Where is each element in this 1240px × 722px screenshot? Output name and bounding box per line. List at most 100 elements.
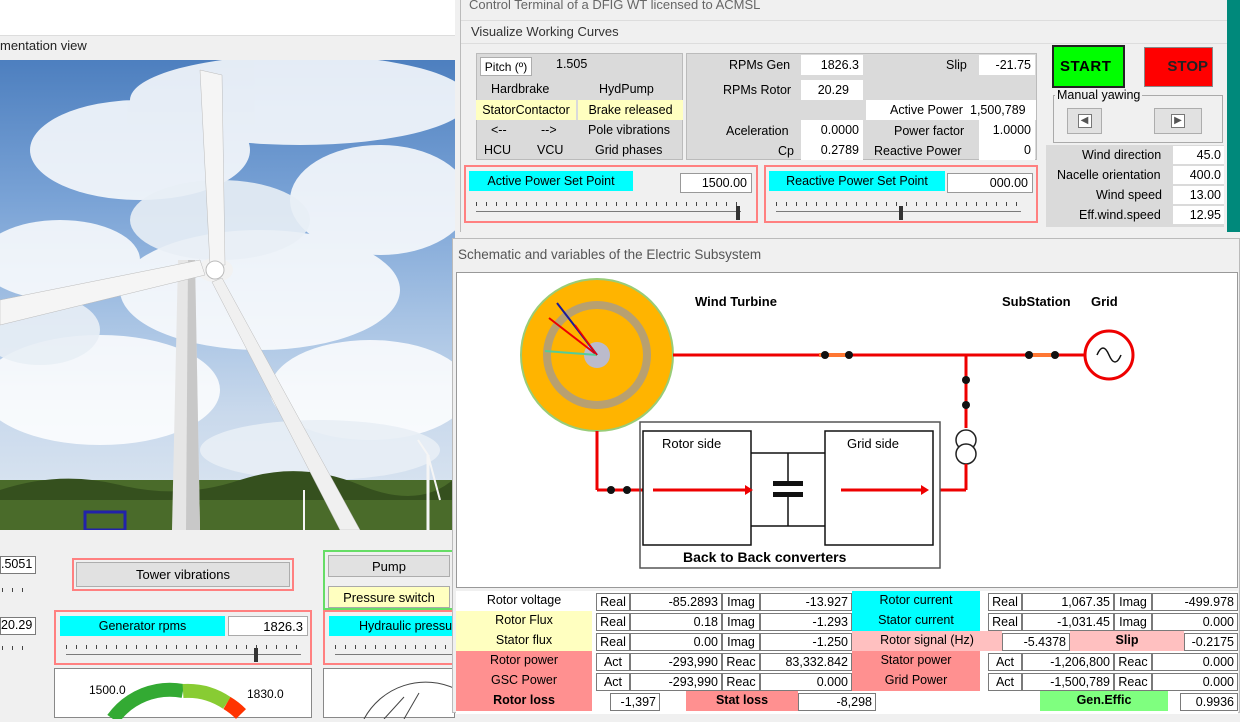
- rotor-current-label: Rotor current: [852, 591, 980, 611]
- variables-table: Rotor voltage Real -85.2893 Imag -13.927…: [456, 591, 1238, 714]
- schematic-window: Schematic and variables of the Electric …: [452, 238, 1240, 714]
- wind-direction-value: 45.0: [1173, 146, 1224, 164]
- rotor-voltage-label: Rotor voltage: [486, 593, 562, 607]
- arrow-left-label[interactable]: <--: [491, 123, 507, 137]
- left-field-b[interactable]: 20.29: [0, 617, 36, 635]
- grid-side-label: Grid side: [847, 436, 900, 451]
- gsc-power-act: -293,990: [630, 673, 722, 691]
- pressure-gauge-frame: [323, 668, 457, 720]
- active-setpoint-frame: Active Power Set Point 1500.00: [464, 165, 758, 223]
- hydraulic-track: [335, 654, 455, 655]
- schematic-canvas: Wind Turbine SubStation Grid Rotor side …: [456, 272, 1238, 588]
- arrow-left-icon: ◀: [1077, 114, 1092, 128]
- turbine-3d-view[interactable]: [0, 60, 455, 530]
- rotor-power-act: -293,990: [630, 653, 722, 671]
- active-setpoint-label: Active Power Set Point: [469, 171, 633, 191]
- wind-speed-value: 13.00: [1173, 186, 1224, 204]
- arrow-right-label[interactable]: -->: [541, 123, 557, 137]
- menu-visualize-working-curves[interactable]: Visualize Working Curves: [471, 24, 619, 39]
- gen-rpm-value[interactable]: 1826.3: [228, 616, 308, 636]
- active-setpoint-value[interactable]: 1500.00: [680, 173, 752, 193]
- stat-loss-value: -8,298: [798, 693, 876, 711]
- gen-rpm-frame: Generator rpms 1826.3: [54, 610, 312, 665]
- pitch-button[interactable]: Pitch (º): [480, 57, 532, 76]
- rpms-gen-value: 1826.3: [801, 55, 863, 75]
- left-window-topbar: [0, 0, 455, 36]
- vcu-label: VCU: [537, 143, 564, 157]
- substation-label: SubStation: [1002, 294, 1071, 309]
- stat-loss-label: Stat loss: [686, 691, 798, 711]
- slip-value: -21.75: [979, 55, 1035, 75]
- left-window-title: mentation view: [0, 38, 87, 53]
- active-setpoint-slider[interactable]: [735, 206, 740, 220]
- rotor-signal-value: -5.4378: [1002, 633, 1070, 651]
- yaw-left-button[interactable]: ◀: [1067, 108, 1102, 134]
- active-power-value: 1,500,789: [970, 103, 1026, 117]
- pump-frame: Pump Pressure switch: [323, 550, 455, 610]
- rotor-voltage-real: -85.2893: [630, 593, 722, 611]
- reactive-setpoint-value[interactable]: 000.00: [947, 173, 1033, 193]
- start-button[interactable]: START: [1052, 45, 1125, 88]
- gen-rpm-slider-thumb[interactable]: [254, 648, 258, 662]
- left-window: mentation view .5051 20.29 Tower vibrati…: [0, 0, 457, 720]
- wind-direction-label: Wind direction: [1082, 148, 1162, 162]
- gsc-power-reac: 0.000: [760, 673, 852, 691]
- cp-value: 0.2789: [801, 140, 863, 160]
- grid-power-act: -1,500,789: [1022, 673, 1114, 691]
- control-title: Control Terminal of a DFIG WT licensed t…: [469, 0, 761, 12]
- pressure-switch-button[interactable]: Pressure switch: [328, 586, 450, 608]
- wind-speed-label: Wind speed: [1096, 188, 1163, 202]
- stator-flux-imag: -1.250: [760, 633, 852, 651]
- rotor-voltage-tag1: Real: [596, 593, 630, 611]
- arrow-right-icon: ▶: [1171, 114, 1185, 128]
- rotor-voltage-tag2: Imag: [722, 593, 760, 611]
- reactive-setpoint-slider[interactable]: [898, 206, 903, 220]
- stop-button[interactable]: STOP: [1144, 47, 1213, 87]
- reactive-power-label: Reactive Power: [874, 144, 962, 158]
- reactive-setpoint-label: Reactive Power Set Point: [769, 171, 945, 191]
- rpm-gauge-icon: [107, 682, 246, 719]
- rotor-current-tag1: Real: [988, 593, 1022, 611]
- grid-phases-label: Grid phases: [595, 143, 663, 157]
- pressure-gauge-icon: [363, 681, 457, 720]
- tower-vibrations-button[interactable]: Tower vibrations: [76, 562, 290, 587]
- stator-flux-label: Stator flux: [456, 631, 592, 651]
- grid-power-reac: 0.000: [1152, 673, 1238, 691]
- rotor-current-tag2: Imag: [1114, 593, 1152, 611]
- cp-label: Cp: [778, 144, 794, 158]
- stator-current-tag2: Imag: [1114, 613, 1152, 631]
- pitch-value: 1.505: [556, 57, 588, 71]
- hardbrake-label: Hardbrake: [491, 82, 550, 96]
- slip-table-value: -0.2175: [1184, 633, 1238, 651]
- accel-label: Aceleration: [726, 124, 789, 138]
- stator-flux-tag2: Imag: [722, 633, 760, 651]
- stator-current-tag1: Real: [988, 613, 1022, 631]
- pump-button[interactable]: Pump: [328, 555, 450, 577]
- left-field-a[interactable]: .5051: [0, 556, 36, 574]
- stator-power-act: -1,206,800: [1022, 653, 1114, 671]
- gen-rpm-label: Generator rpms: [60, 616, 225, 636]
- pole-vibrations-label: Pole vibrations: [588, 123, 670, 137]
- stator-power-tag2: Reac: [1114, 653, 1152, 671]
- yaw-right-button[interactable]: ▶: [1154, 108, 1202, 134]
- rotor-flux-tag1: Real: [596, 613, 630, 631]
- power-factor-label: Power factor: [894, 124, 965, 138]
- hydraulic-label: Hydraulic pressu: [329, 616, 455, 636]
- rotor-voltage-imag: -13.927: [760, 593, 852, 611]
- hydraulic-frame: Hydraulic pressu: [323, 610, 455, 665]
- b2b-label: Back to Back converters: [683, 549, 847, 565]
- rotor-flux-real: 0.18: [630, 613, 722, 631]
- rpms-gen-label: RPMs Gen: [729, 58, 791, 72]
- stator-power-tag1: Act: [988, 653, 1022, 671]
- stator-current-imag: 0.000: [1152, 613, 1238, 631]
- tower-vibrations-frame: Tower vibrations: [72, 558, 294, 591]
- left-ticks-a: [2, 588, 32, 592]
- rotor-power-tag2: Reac: [722, 653, 760, 671]
- gen-effic-value: 0.9936: [1180, 693, 1238, 711]
- hcu-label: HCU: [484, 143, 512, 157]
- gauge-frame: 1500.0 1830.0: [54, 668, 312, 719]
- electric-schematic-icon: [520, 278, 1135, 569]
- nacelle-label: Nacelle orientation: [1057, 168, 1161, 182]
- rotor-flux-imag: -1.293: [760, 613, 852, 631]
- rotor-loss-label: Rotor loss: [456, 691, 592, 711]
